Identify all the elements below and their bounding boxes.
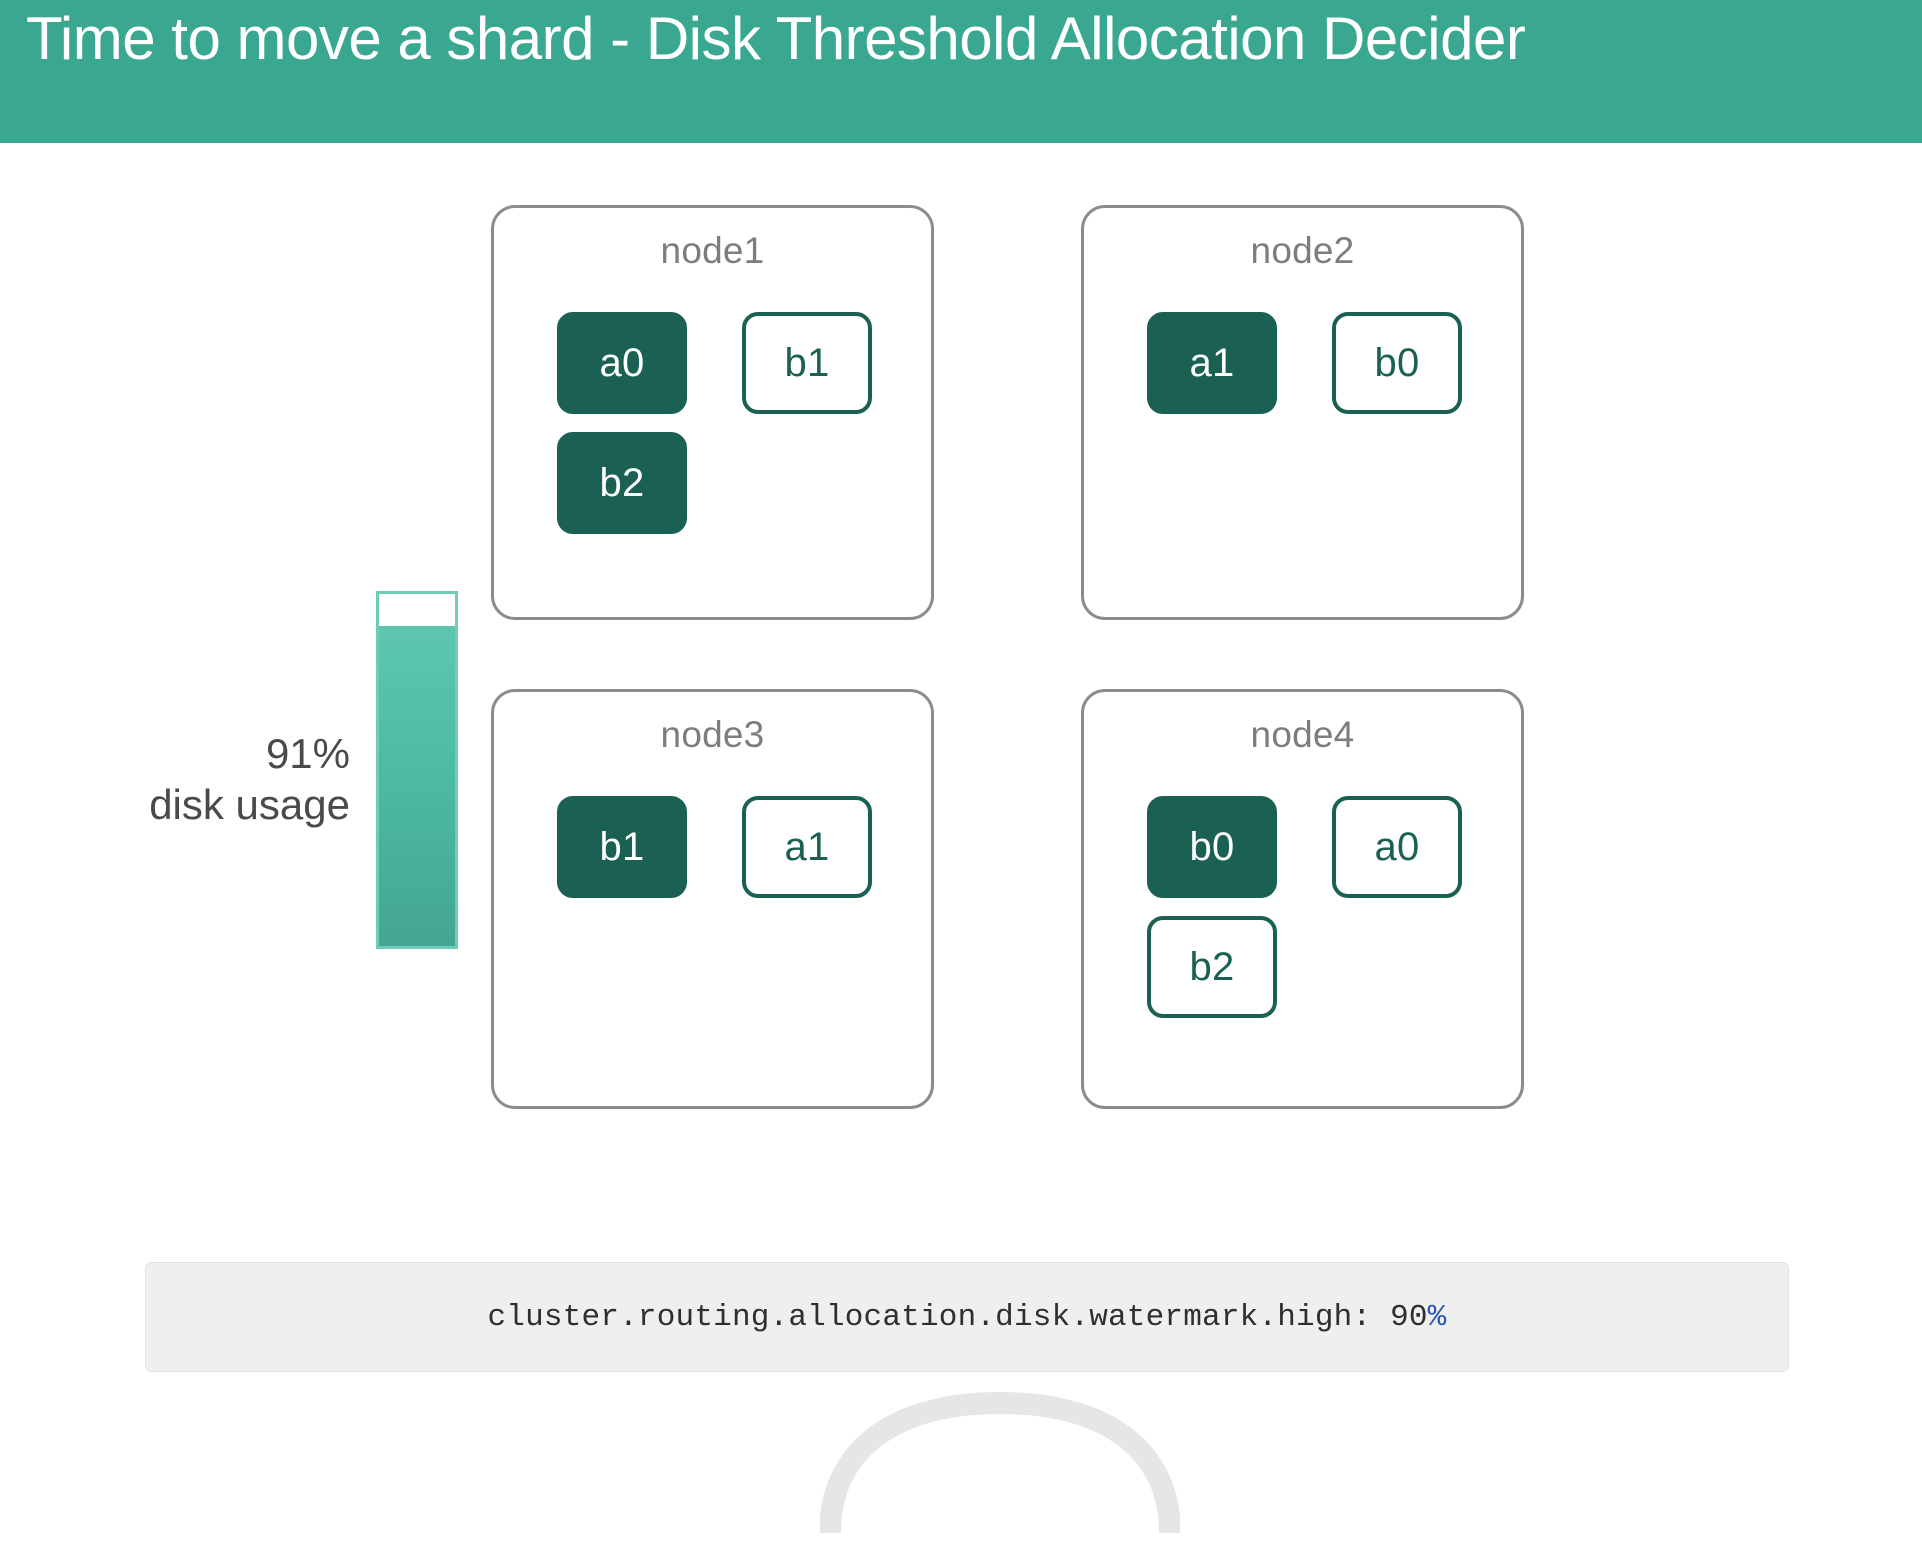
disk-usage-label: 91% disk usage [30, 728, 350, 830]
shard-label: a1 [784, 824, 830, 869]
node-shards-node2: a1 b0 [1084, 300, 1521, 607]
shard-node2-a1[interactable]: a1 [1147, 312, 1277, 414]
node-title-node1: node1 [660, 230, 765, 271]
shard-node3-a1[interactable]: a1 [742, 796, 872, 898]
shard-label: b1 [784, 340, 830, 385]
shard-node3-b1[interactable]: b1 [557, 796, 687, 898]
disk-usage-percent: 91% [265, 730, 350, 777]
shard-node1-b1[interactable]: b1 [742, 312, 872, 414]
node-card-node1[interactable]: node1 a0 b1 b2 [491, 205, 934, 620]
shard-node4-a0[interactable]: a0 [1332, 796, 1462, 898]
shard-label: b0 [1189, 824, 1235, 869]
shard-label: b1 [599, 824, 645, 869]
disk-usage-caption: disk usage [149, 781, 350, 829]
node-shards-node1: a0 b1 b2 [494, 300, 931, 607]
header-bar: Time to move a shard - Disk Threshold Al… [0, 0, 1922, 143]
shard-node1-b2[interactable]: b2 [557, 432, 687, 534]
setting-space [1371, 1300, 1390, 1335]
setting-value-unit: % [1427, 1299, 1447, 1335]
node-card-node2[interactable]: node2 a1 b0 [1081, 205, 1524, 620]
disk-usage-meter-fill [379, 625, 455, 946]
shard-node2-b0[interactable]: b0 [1332, 312, 1462, 414]
node-shards-node4: b0 a0 b2 [1084, 784, 1521, 1096]
shard-node4-b0[interactable]: b0 [1147, 796, 1277, 898]
setting-value: 90 [1390, 1299, 1428, 1335]
node-title-node3: node3 [660, 714, 765, 755]
node-title-node4: node4 [1250, 714, 1355, 755]
shard-label: a0 [1374, 824, 1420, 869]
watermark-logo [820, 1383, 1180, 1541]
setting-key: cluster.routing.allocation.disk.watermar… [487, 1299, 1372, 1335]
shard-label: b0 [1374, 340, 1420, 385]
shard-label: a1 [1189, 340, 1235, 385]
shard-label: b2 [599, 460, 645, 505]
disk-usage-meter [376, 591, 458, 949]
node-title-node2: node2 [1250, 230, 1355, 271]
setting-code-text: cluster.routing.allocation.disk.watermar… [488, 1300, 1447, 1335]
shard-node4-b2[interactable]: b2 [1147, 916, 1277, 1018]
node-card-node4[interactable]: node4 b0 a0 b2 [1081, 689, 1524, 1109]
node-card-node3[interactable]: node3 b1 a1 [491, 689, 934, 1109]
slide-content: 91% disk usage node1 a0 b1 b2 node2 a1 b… [0, 143, 1922, 1534]
shard-node1-a0[interactable]: a0 [557, 312, 687, 414]
shard-label: a0 [599, 340, 645, 385]
shard-label: b2 [1189, 944, 1235, 989]
setting-code-box: cluster.routing.allocation.disk.watermar… [145, 1262, 1789, 1372]
node-shards-node3: b1 a1 [494, 784, 931, 1096]
page-title: Time to move a shard - Disk Threshold Al… [26, 5, 1526, 72]
